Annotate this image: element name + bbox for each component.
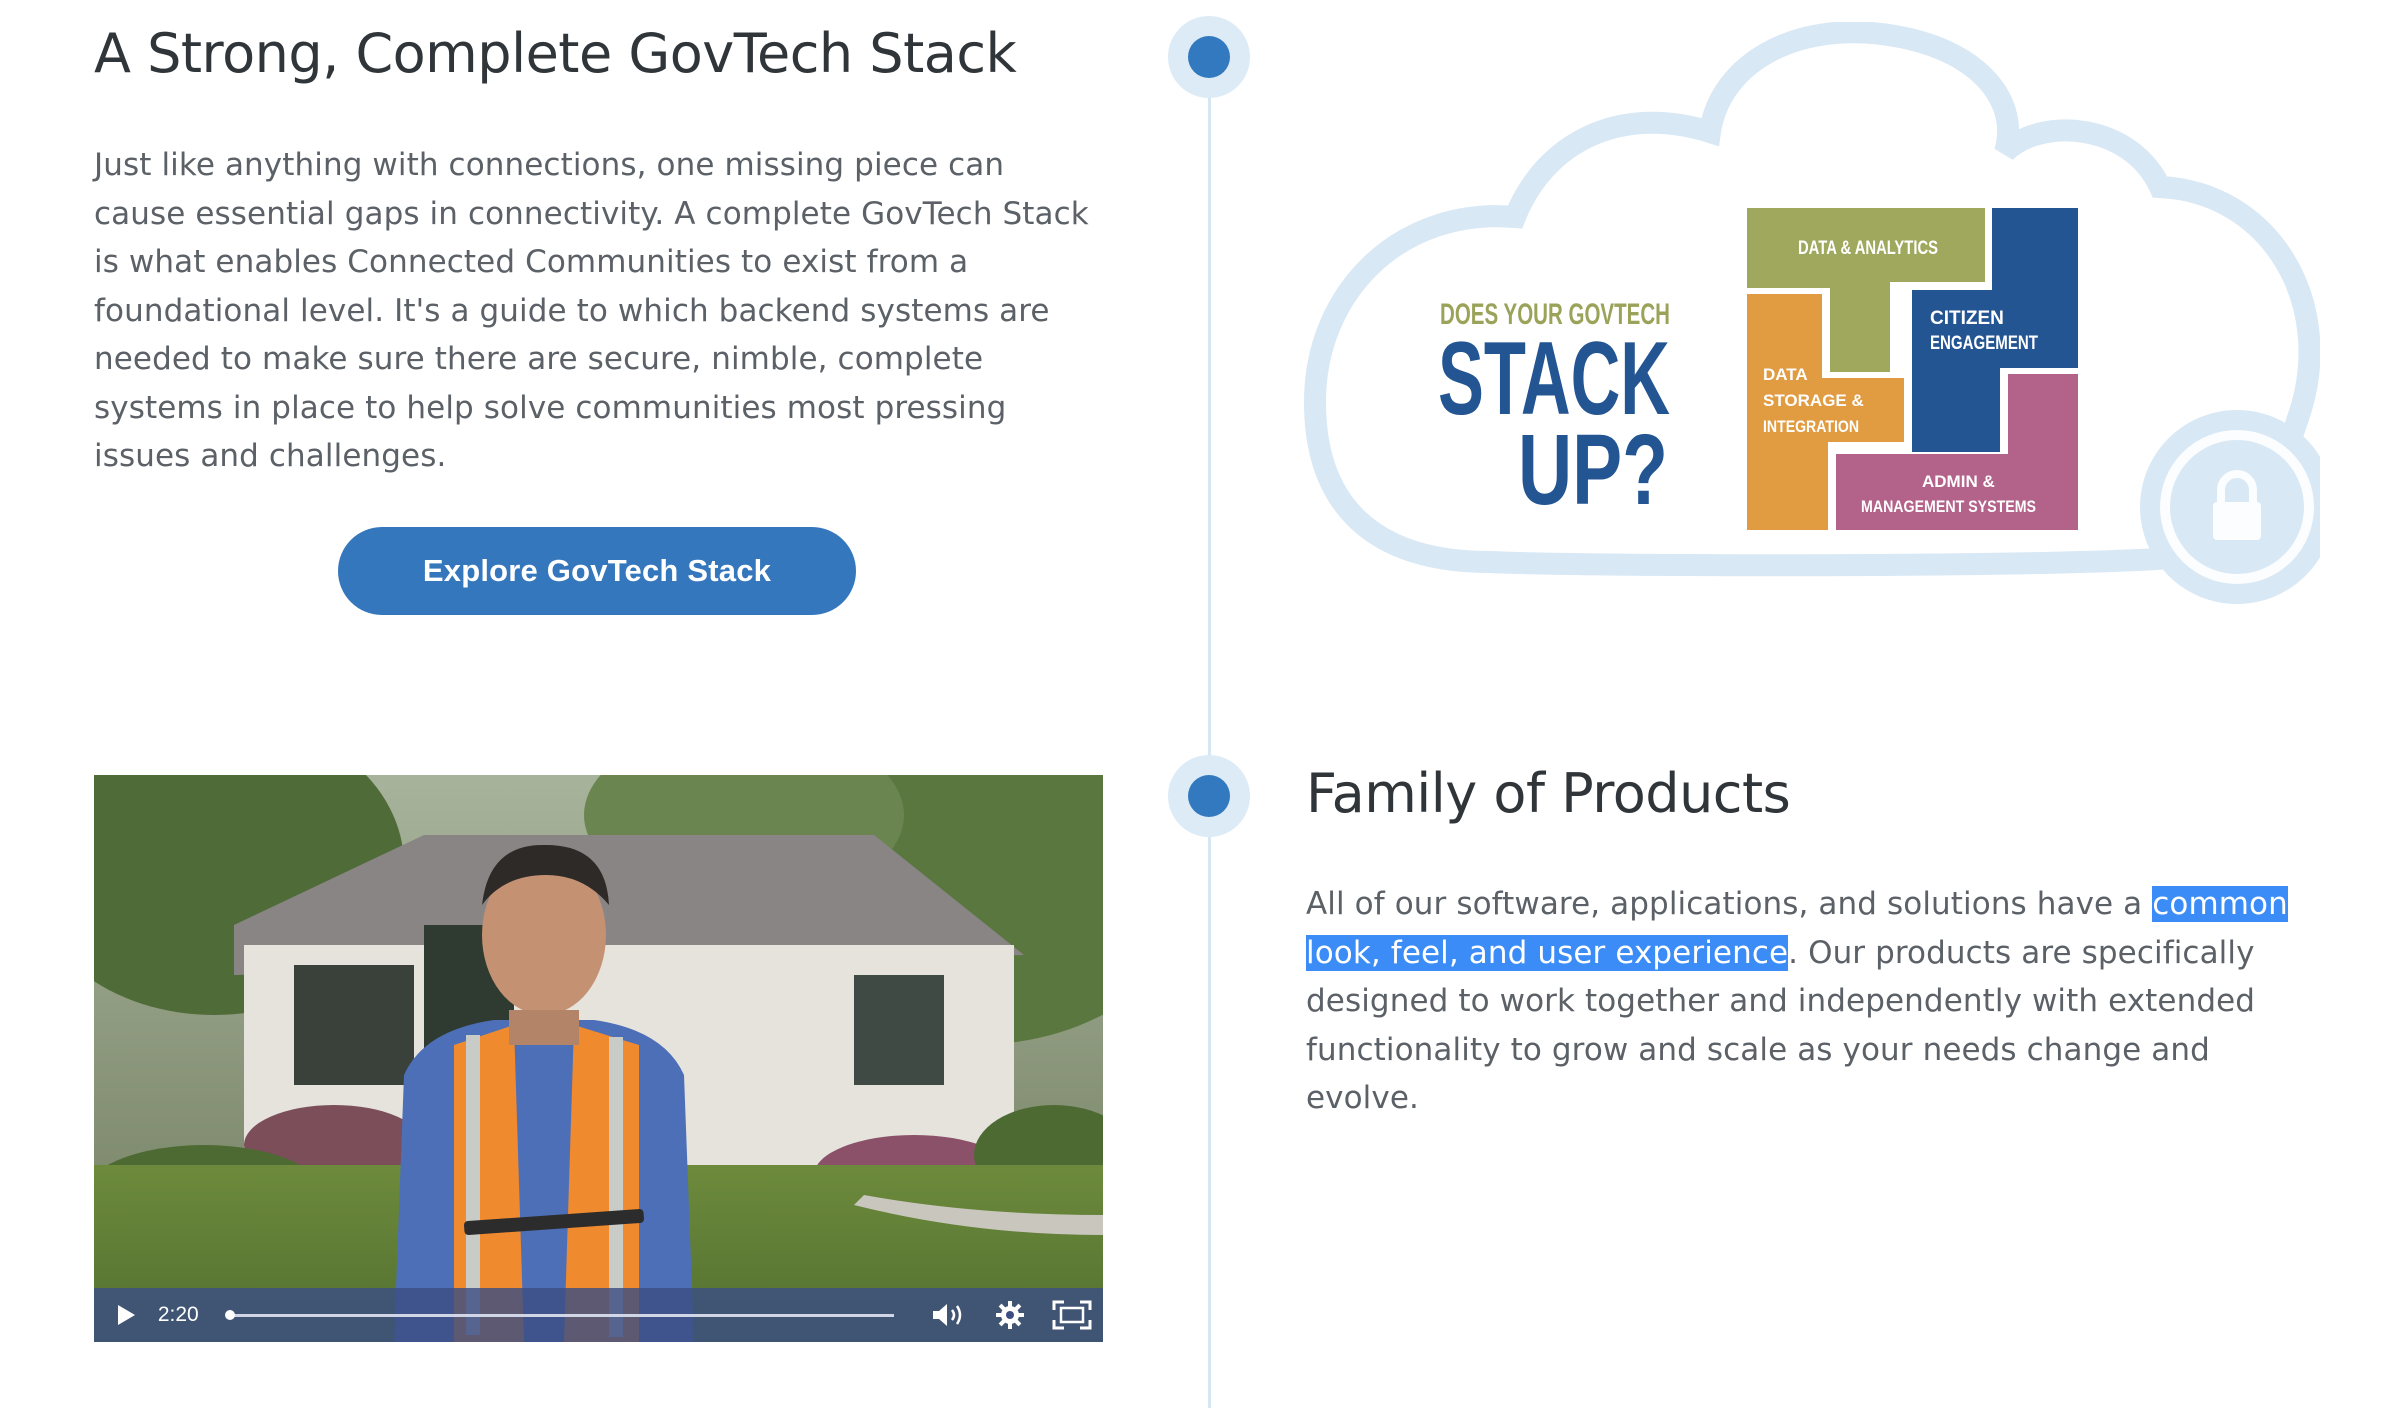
block-label: ENGAGEMENT	[1930, 333, 2038, 354]
block-label: DATA	[1763, 365, 1808, 384]
section-title: A Strong, Complete GovTech Stack	[94, 22, 1017, 85]
play-button[interactable]	[94, 1288, 158, 1342]
gear-icon	[996, 1301, 1025, 1329]
block-label: DATA & ANALYTICS	[1798, 238, 1938, 259]
fullscreen-button[interactable]	[1041, 1288, 1103, 1342]
volume-button[interactable]	[918, 1288, 980, 1342]
video-player[interactable]: 2:20	[94, 775, 1103, 1342]
section-description: Just like anything with connections, one…	[94, 147, 1089, 474]
video-time: 2:20	[157, 1303, 199, 1326]
block-label: ADMIN &	[1922, 472, 1995, 491]
block-label: INTEGRATION	[1763, 417, 1859, 436]
timeline-dot	[1168, 16, 1250, 98]
section-description: All of our software, applications, and s…	[1306, 880, 2306, 1123]
timeline-line	[1208, 88, 1211, 1408]
fullscreen-icon	[1052, 1300, 1092, 1330]
block-label: CITIZEN	[1930, 308, 2004, 329]
description-text: All of our software, applications, and s…	[1306, 886, 2153, 922]
govtech-stack-graphic: DOES YOUR GOVTECH STACK UP? DATA & ANALY…	[1303, 22, 2320, 604]
settings-button[interactable]	[979, 1288, 1041, 1342]
video-progress-knob[interactable]	[224, 1309, 235, 1320]
video-frame	[94, 775, 1103, 1342]
block-label: STORAGE &	[1763, 391, 1864, 410]
block-label: MANAGEMENT SYSTEMS	[1861, 497, 2036, 516]
timeline-dot	[1168, 755, 1250, 837]
volume-icon	[933, 1304, 962, 1326]
explore-govtech-stack-button[interactable]: Explore GovTech Stack	[338, 527, 856, 615]
section-title: Family of Products	[1306, 762, 1791, 825]
graphic-headline-up: UP?	[1518, 414, 1668, 526]
video-controls: 2:20	[94, 1288, 1103, 1342]
video-progress-track[interactable]	[224, 1309, 894, 1320]
play-icon	[117, 1305, 135, 1325]
